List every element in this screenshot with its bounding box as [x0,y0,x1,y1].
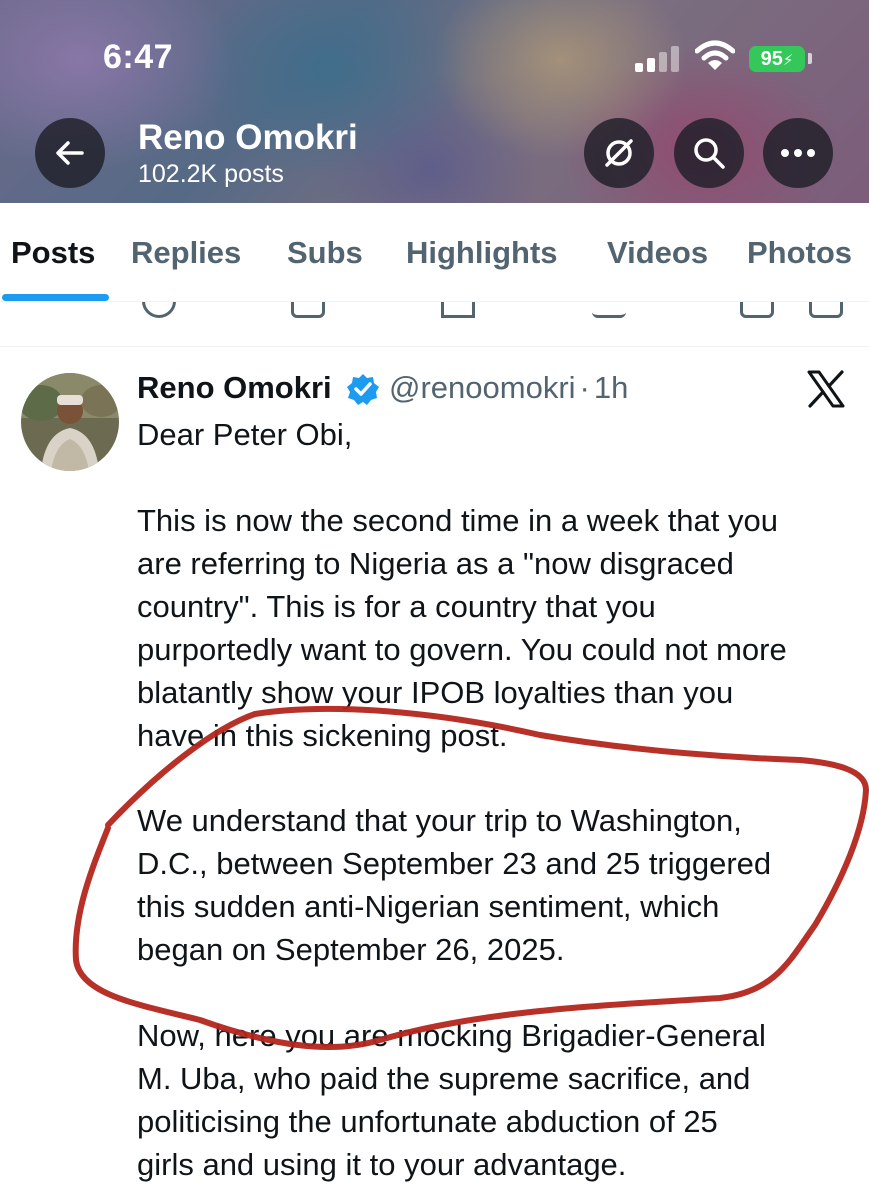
tweet-text-line: this sudden anti-Nigerian sentiment, whi… [137,889,720,924]
tweet-text-line: purportedly want to govern. You could no… [137,632,787,667]
previous-post-actions [0,302,869,347]
battery-icon: 95⚡ [749,46,805,72]
tweet-text-line: girls and using it to your advantage. [137,1147,627,1182]
tweet-text-line: We understand that your trip to Washingt… [137,803,742,838]
views-icon[interactable] [592,302,626,318]
separator: · [579,370,590,405]
tab-videos[interactable]: Videos [607,235,708,271]
tweet-text-line: politicising the unfortunate abduction o… [137,1104,718,1139]
author-name[interactable]: Reno Omokri [137,370,332,406]
avatar-photo [21,373,119,471]
tweet-text-line: D.C., between September 23 and 25 trigge… [137,846,772,881]
author-handle[interactable]: @renoomokri [389,370,576,405]
avatar[interactable] [21,373,119,471]
back-arrow-icon [56,141,84,165]
cellular-signal-icon [635,44,679,72]
wifi-icon [695,40,735,70]
header-profile-name: Reno Omokri [138,118,358,157]
back-button[interactable] [35,118,105,188]
tweet-text-line: This is now the second time in a week th… [137,503,778,538]
tweet-text-line: are referring to Nigeria as a "now disgr… [137,546,734,581]
bookmark-icon[interactable] [740,302,774,318]
tab-highlights[interactable]: Highlights [406,235,558,271]
battery-level: 95 [760,48,783,70]
x-logo-icon [807,370,845,408]
tweet-text-line: Now, here you are mocking Brigadier-Gene… [137,1018,766,1053]
tweet-text-line: Dear Peter Obi, [137,417,353,452]
more-icon [781,149,815,157]
verified-badge-icon [347,374,379,405]
tweet-text-line: blatantly show your IPOB loyalties than … [137,675,734,710]
search-button[interactable] [674,118,744,188]
tweet-text-line: M. Uba, who paid the supreme sacrifice, … [137,1061,751,1096]
grok-slash-icon [605,139,633,167]
like-icon[interactable] [441,302,475,318]
repost-icon[interactable] [291,302,325,318]
status-time: 6:47 [103,38,174,76]
tweet-text-line: began on September 26, 2025. [137,932,565,967]
tweet-text-line: country". This is for a country that you [137,589,656,624]
tab-photos[interactable]: Photos [747,235,852,271]
tab-subs[interactable]: Subs [287,235,363,271]
share-icon[interactable] [809,302,843,318]
author-handle-row: @renoomokri · 1h [389,370,628,406]
battery-nub [808,53,812,64]
tab-replies[interactable]: Replies [131,235,241,271]
tweet-text-line: have in this sickening post. [137,718,508,753]
profile-tabs: Posts Replies Subs Highlights Videos Pho… [0,203,869,302]
reply-icon[interactable] [142,302,176,318]
active-tab-indicator [2,294,109,301]
header-post-count: 102.2K posts [138,160,284,188]
search-icon [694,138,725,169]
post-time[interactable]: 1h [594,370,628,405]
tab-posts[interactable]: Posts [11,235,95,271]
profile-header: 6:47 95⚡ Reno Omokri 102.2K posts [0,0,869,203]
grok-button[interactable] [584,118,654,188]
more-options-button[interactable] [763,118,833,188]
